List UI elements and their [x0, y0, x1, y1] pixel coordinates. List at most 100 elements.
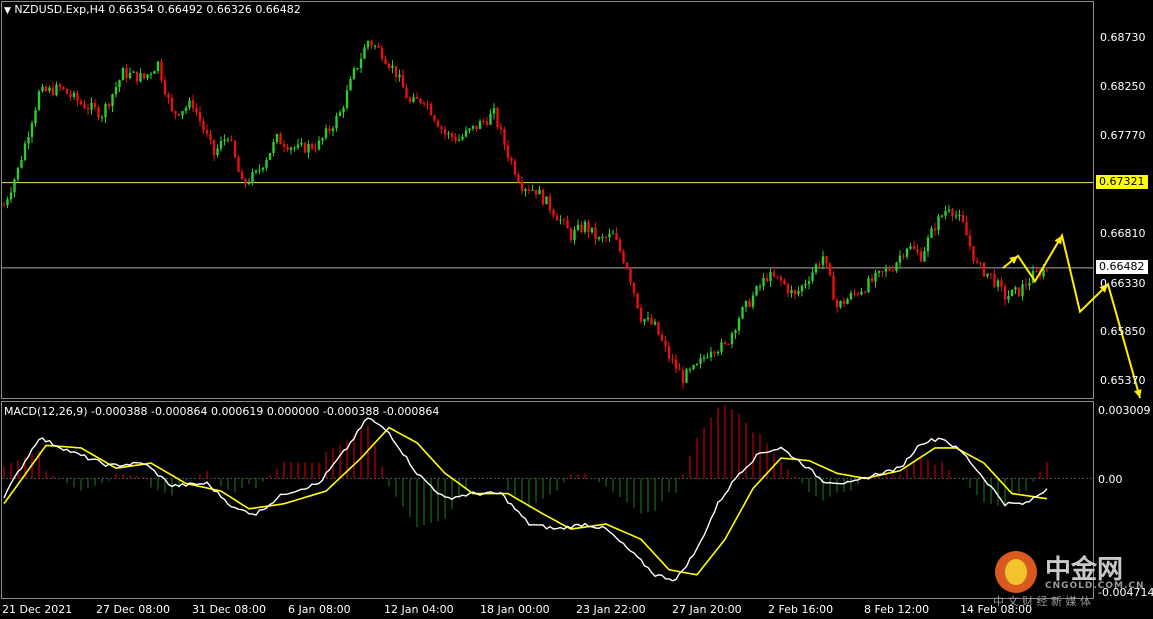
candle-body	[251, 172, 254, 183]
candle-body	[590, 227, 594, 233]
candle-body	[562, 219, 566, 221]
candle-body	[475, 125, 478, 130]
candle-body	[527, 189, 531, 191]
candle-body	[240, 171, 244, 180]
candle-body	[919, 251, 923, 262]
candle-body	[632, 282, 636, 294]
candle-body	[209, 133, 212, 140]
candle-body	[779, 276, 783, 281]
candle-body	[478, 121, 482, 130]
candle-body	[916, 249, 919, 252]
candle-body	[636, 293, 639, 309]
candle-body	[909, 246, 912, 249]
candle-body	[706, 357, 709, 359]
candle-body	[289, 147, 293, 150]
candle-body	[513, 160, 517, 175]
candle-body	[933, 228, 937, 231]
signal-line	[3, 426, 1048, 576]
candle-body	[282, 144, 286, 148]
candle-body	[825, 256, 828, 264]
candle-body	[566, 219, 569, 229]
candle-body	[520, 182, 524, 191]
candle-body	[366, 41, 370, 48]
candle-body	[776, 276, 779, 278]
candle-body	[195, 108, 198, 113]
candle-body	[695, 363, 699, 365]
candle-body	[97, 107, 100, 118]
candle-body	[394, 65, 398, 78]
candle-body	[681, 370, 685, 383]
logo-circle-icon	[995, 551, 1037, 593]
candle-body	[884, 268, 888, 272]
candle-body	[993, 273, 996, 287]
candle-body	[370, 41, 373, 46]
candle-body	[790, 290, 793, 294]
candle-body	[765, 278, 769, 282]
candle-body	[142, 73, 146, 79]
symbol-quote: NZDUSD.Exp,H4 0.66354 0.66492 0.66326 0.…	[14, 3, 301, 16]
candle-body	[503, 129, 506, 146]
candle-body	[377, 45, 380, 48]
candle-body	[1017, 287, 1021, 297]
candle-body	[83, 104, 86, 109]
candle-body	[902, 255, 905, 257]
candle-body	[720, 342, 723, 352]
candle-body	[272, 142, 275, 153]
candle-body	[849, 293, 853, 300]
candle-body	[331, 128, 335, 131]
candle-body	[212, 139, 216, 156]
candle-body	[34, 109, 37, 124]
candle-body	[153, 71, 156, 74]
symbol-title: ▼ NZDUSD.Exp,H4 0.66354 0.66492 0.66326 …	[4, 3, 301, 16]
candle-body	[132, 71, 135, 73]
candle-body	[898, 255, 902, 263]
logo-domain: CNGOLD.COM.CN	[1045, 581, 1145, 591]
cngold-logo: 中金网 CNGOLD.COM.CN 中 文 财 经 新 媒 体	[993, 545, 1153, 610]
candle-body	[23, 143, 27, 161]
candle-body	[111, 94, 114, 107]
candle-body	[265, 159, 268, 168]
candle-body	[170, 98, 174, 112]
candle-body	[688, 369, 692, 371]
candle-body	[76, 92, 79, 102]
candle-body	[923, 251, 926, 262]
candle-body	[653, 321, 657, 325]
time-tick: 27 Jan 20:00	[672, 603, 742, 616]
candle-body	[709, 351, 713, 358]
candle-body	[373, 45, 377, 47]
resistance-price-tag: 0.67321	[1096, 175, 1148, 189]
price-tick: 0.68730	[1100, 31, 1146, 44]
candle-body	[338, 112, 342, 116]
candle-body	[237, 157, 240, 172]
candle-body	[345, 90, 349, 108]
candle-body	[314, 148, 317, 150]
candle-body	[618, 239, 622, 252]
candle-body	[412, 96, 415, 102]
candle-body	[583, 221, 587, 232]
candle-body	[401, 74, 405, 88]
candle-body	[244, 179, 247, 184]
candle-body	[947, 209, 951, 212]
candle-body	[447, 133, 450, 135]
candle-body	[51, 87, 55, 96]
candle-body	[20, 160, 23, 168]
candle-body	[793, 290, 797, 295]
candle-body	[891, 270, 895, 272]
candle-body	[16, 167, 20, 180]
candle-body	[13, 179, 16, 193]
candle-body	[146, 74, 149, 79]
candle-body	[951, 209, 954, 217]
candle-body	[625, 262, 629, 270]
candle-body	[818, 264, 821, 266]
candle-body	[405, 87, 408, 99]
candle-body	[510, 158, 513, 161]
candle-body	[559, 219, 562, 221]
candle-body	[807, 281, 811, 284]
candle-body	[429, 103, 433, 116]
candle-body	[461, 136, 464, 140]
candle-body	[517, 174, 520, 183]
candle-body	[643, 319, 646, 322]
candle-body	[408, 98, 412, 102]
candle-body	[58, 84, 62, 88]
candle-body	[863, 291, 867, 293]
